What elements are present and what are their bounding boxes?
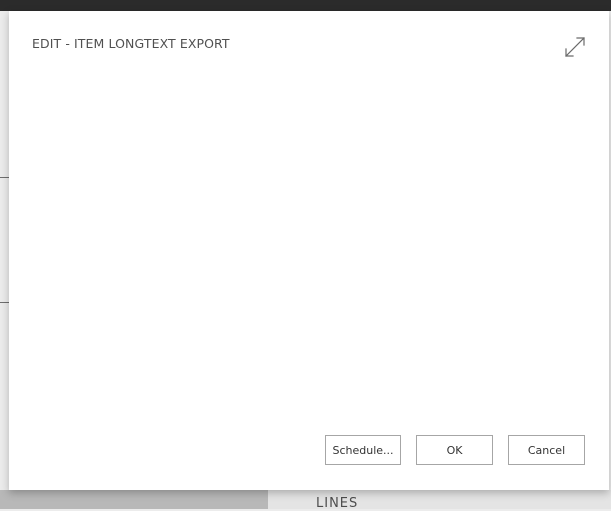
dialog-footer: Schedule... OK Cancel bbox=[325, 435, 585, 465]
background-top-bar bbox=[0, 0, 611, 11]
ok-button[interactable]: OK bbox=[416, 435, 493, 465]
background-bottom-panel-left bbox=[0, 490, 268, 509]
background-divider bbox=[0, 302, 9, 303]
cancel-button[interactable]: Cancel bbox=[508, 435, 585, 465]
expand-icon[interactable] bbox=[564, 36, 586, 58]
edit-dialog: EDIT - ITEM LONGTEXT EXPORT Schedule... … bbox=[9, 11, 609, 490]
dialog-title: EDIT - ITEM LONGTEXT EXPORT bbox=[32, 36, 230, 51]
background-divider bbox=[0, 177, 9, 178]
schedule-button[interactable]: Schedule... bbox=[325, 435, 401, 465]
